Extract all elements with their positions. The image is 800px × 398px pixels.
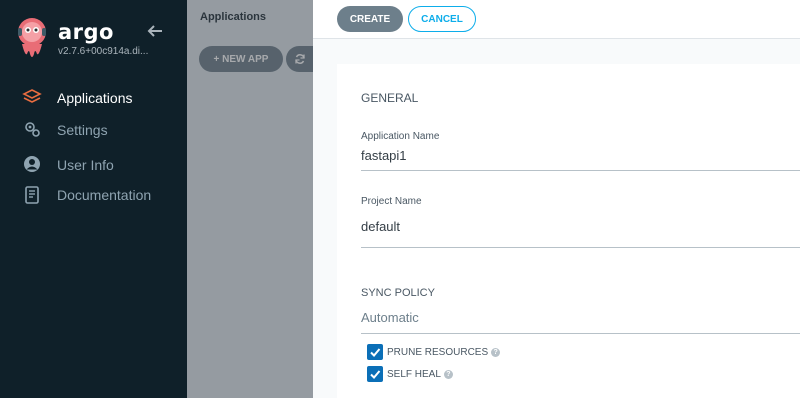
modal-backdrop[interactable]: [187, 0, 313, 398]
sync-policy-underline: [361, 333, 800, 334]
general-section-title: GENERAL: [361, 91, 419, 105]
sidebar-item-label: User Info: [57, 156, 114, 173]
create-app-panel: CREATE CANCEL GENERAL Application Name f…: [313, 0, 800, 398]
help-icon[interactable]: ?: [491, 347, 501, 357]
gears-icon: [25, 122, 40, 137]
sidebar-item-label: Documentation: [57, 187, 152, 203]
brand-name: argo: [58, 20, 114, 44]
sidebar-nav: Applications Settings User Info Document…: [0, 84, 187, 210]
project-name-underline: [361, 247, 800, 248]
app-name-input[interactable]: fastapi1: [361, 148, 800, 163]
collapse-arrow-icon[interactable]: [144, 20, 166, 42]
help-icon[interactable]: ?: [443, 369, 453, 379]
user-circle-icon: [24, 156, 40, 172]
panel-toolbar: CREATE CANCEL: [313, 0, 800, 39]
layers-icon: [22, 89, 42, 103]
sidebar-item-label: Applications: [57, 89, 133, 106]
prune-resources-checkbox[interactable]: PRUNE RESOURCES ?: [367, 343, 501, 361]
argo-logo-icon: [18, 18, 46, 57]
project-name-input[interactable]: default: [361, 219, 800, 234]
cancel-button[interactable]: CANCEL: [408, 6, 476, 32]
sync-policy-title: SYNC POLICY: [361, 287, 435, 299]
sidebar-item-settings[interactable]: Settings: [0, 111, 187, 149]
sidebar: argo v2.7.6+00c914a.di... Applications S…: [0, 0, 187, 398]
project-name-label: Project Name: [361, 196, 422, 207]
sync-policy-select[interactable]: Automatic: [361, 310, 419, 325]
checkbox-checked-icon[interactable]: [367, 366, 383, 382]
create-button[interactable]: CREATE: [337, 6, 403, 32]
checkbox-checked-icon[interactable]: [367, 344, 383, 360]
sidebar-item-label: Settings: [57, 122, 108, 138]
sidebar-item-documentation[interactable]: Documentation: [0, 180, 187, 210]
form-card: GENERAL Application Name fastapi1 Projec…: [337, 64, 800, 398]
app-name-underline: [361, 170, 800, 171]
self-heal-checkbox[interactable]: SELF HEAL ?: [367, 365, 453, 383]
book-icon: [25, 186, 39, 204]
version-label: v2.7.6+00c914a.di...: [58, 46, 149, 57]
self-heal-label: SELF HEAL: [387, 368, 441, 380]
sidebar-item-user-info[interactable]: User Info: [0, 149, 187, 180]
app-name-label: Application Name: [361, 131, 440, 142]
sidebar-item-applications[interactable]: Applications: [0, 84, 187, 111]
prune-resources-label: PRUNE RESOURCES: [387, 346, 489, 358]
